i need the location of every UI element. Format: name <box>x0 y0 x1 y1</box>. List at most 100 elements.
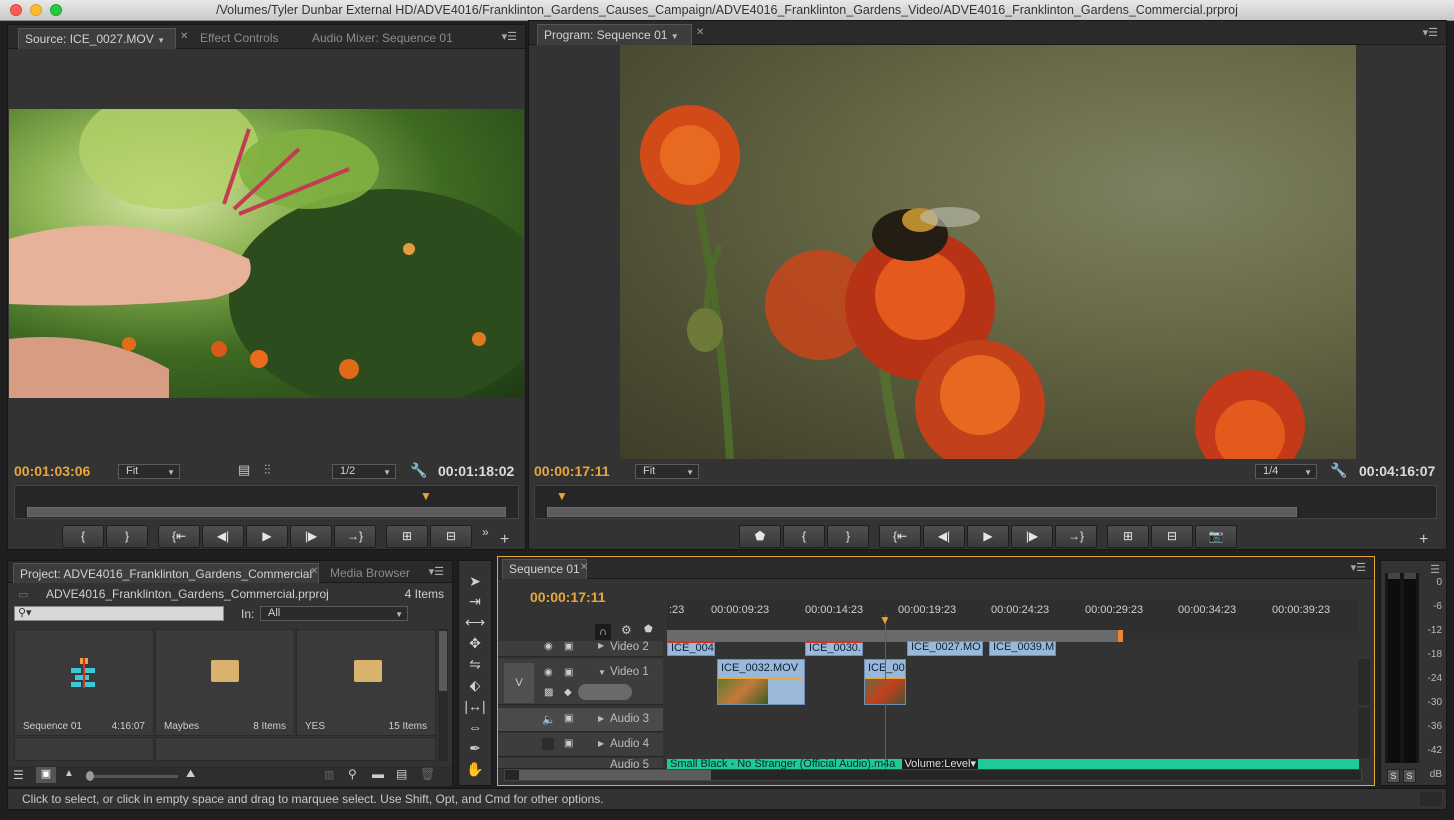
timeline-horizontal-scrollbar[interactable] <box>504 769 1362 781</box>
mark-out-button[interactable]: } <box>827 525 869 548</box>
search-input[interactable]: ⚲▾ <box>14 606 224 621</box>
play-button[interactable]: ▶ <box>967 525 1009 548</box>
eye-icon[interactable]: ◉ <box>544 667 553 678</box>
thumbnail-size-slider[interactable] <box>86 771 178 781</box>
panel-menu-icon[interactable]: ▾☰ <box>1351 561 1366 574</box>
drag-video-icon[interactable]: ▤ <box>238 462 250 478</box>
list-view-icon[interactable]: ☰ <box>13 768 24 782</box>
audio-clip[interactable]: Small Black - No Stranger (Official Audi… <box>667 758 1359 769</box>
panel-menu-icon[interactable]: ▾☰ <box>429 565 444 578</box>
ripple-edit-tool-icon[interactable]: ⟷ <box>461 612 489 632</box>
find-icon[interactable]: ⚲ <box>348 767 357 781</box>
solo-left-button[interactable]: S <box>1387 769 1400 783</box>
tab-program[interactable]: Program: Sequence 01 ▼ <box>537 24 692 45</box>
project-item-maybes[interactable]: Maybes 8 Items <box>155 629 295 736</box>
panel-menu-icon[interactable]: ▾☰ <box>502 30 517 43</box>
sync-lock-icon[interactable]: ▣ <box>564 641 573 652</box>
tab-media-browser[interactable]: Media Browser <box>324 563 416 584</box>
source-resolution-select[interactable]: 1/2 ▼ <box>332 464 396 479</box>
export-frame-button[interactable]: 📷 <box>1195 525 1237 548</box>
go-to-in-button[interactable]: {⇤ <box>158 525 200 548</box>
slip-tool-icon[interactable]: |↔| <box>461 696 489 716</box>
clip-v2[interactable]: ICE_0030. <box>805 641 863 656</box>
slide-tool-icon[interactable]: ⇔ <box>461 717 489 737</box>
step-back-button[interactable]: ◀| <box>923 525 965 548</box>
track-select-tool-icon[interactable]: ⇥ <box>461 591 489 611</box>
project-item-yes[interactable]: YES 15 Items <box>296 629 436 736</box>
eye-icon[interactable]: ◉ <box>544 641 553 652</box>
settings-wrench-icon[interactable]: 🔧 <box>1330 462 1347 479</box>
add-marker-button[interactable]: ⬟ <box>739 525 781 548</box>
close-window-button[interactable] <box>10 4 22 16</box>
minimize-window-button[interactable] <box>30 4 42 16</box>
add-button-icon[interactable]: + <box>1419 531 1428 549</box>
zoom-out-icon[interactable]: ▲ <box>64 768 74 779</box>
timeline-timecode[interactable]: 00:00:17:11 <box>530 589 606 605</box>
settings-wrench-icon[interactable]: 🔧 <box>410 462 427 479</box>
hand-tool-icon[interactable]: ✋ <box>461 759 489 779</box>
new-item-icon[interactable]: ▤ <box>396 767 407 781</box>
video-track-scrollbar[interactable] <box>1358 659 1370 705</box>
mark-in-button[interactable]: { <box>783 525 825 548</box>
tab-sequence[interactable]: Sequence 01 <box>502 559 587 579</box>
clip-v2[interactable]: ICE_0027.MO <box>907 641 983 656</box>
overwrite-button[interactable]: ⊟ <box>430 525 472 548</box>
more-buttons-icon[interactable]: » <box>482 525 489 539</box>
icon-view-icon[interactable]: ▣ <box>36 767 56 783</box>
timeline-tracks-area[interactable]: ICE_004 ICE_0030. ICE_0027.MO ICE_0039.M… <box>667 641 1359 769</box>
source-timecode[interactable]: 00:01:03:06 <box>14 463 90 479</box>
tab-effect-controls[interactable]: Effect Controls <box>194 28 284 49</box>
rolling-edit-tool-icon[interactable]: ✥ <box>461 633 489 653</box>
keyframe-icon[interactable]: ◆ <box>564 687 572 698</box>
program-playhead[interactable]: ▼ <box>556 489 568 503</box>
close-tab-icon[interactable]: ✕ <box>580 562 588 573</box>
selection-tool-icon[interactable]: ➤ <box>461 571 489 591</box>
source-zoom-scrollbar[interactable] <box>27 507 506 517</box>
clip-v2[interactable]: ICE_0039.M <box>989 641 1056 656</box>
insert-button[interactable]: ⊞ <box>386 525 428 548</box>
step-forward-button[interactable]: |▶ <box>290 525 332 548</box>
collapse-track-icon[interactable]: ▼ <box>598 668 606 677</box>
new-bin-icon[interactable]: ▬ <box>372 767 384 781</box>
panel-menu-icon[interactable]: ☰ <box>1430 563 1440 576</box>
zoom-window-button[interactable] <box>50 4 62 16</box>
sync-lock-icon[interactable]: ▣ <box>564 738 573 749</box>
sync-lock-icon[interactable]: ▣ <box>564 667 573 678</box>
in-filter-select[interactable]: All ▼ <box>260 606 408 621</box>
close-tab-icon[interactable]: ✕ <box>180 31 188 42</box>
speaker-icon[interactable]: 🔈 <box>542 713 556 726</box>
expand-track-icon[interactable]: ▶ <box>598 714 604 723</box>
display-style-icon[interactable]: ▩ <box>544 687 553 698</box>
source-time-ruler[interactable]: ▼ <box>14 485 519 519</box>
program-resolution-select[interactable]: 1/4 ▼ <box>1255 464 1317 479</box>
timeline-ruler[interactable]: :23 00:00:09:23 00:00:14:23 00:00:19:23 … <box>667 599 1359 642</box>
go-to-out-button[interactable]: →} <box>334 525 376 548</box>
source-playhead[interactable]: ▼ <box>420 489 432 503</box>
project-item-sequence[interactable]: Sequence 01 4:16:07 <box>14 629 154 736</box>
add-button-icon[interactable]: + <box>500 531 509 549</box>
linked-selection-icon[interactable]: ⚙ <box>621 623 632 637</box>
panel-menu-icon[interactable]: ▾☰ <box>1423 26 1438 39</box>
project-scrollbar[interactable] <box>438 629 448 761</box>
lift-button[interactable]: ⊞ <box>1107 525 1149 548</box>
timeline-playhead[interactable]: ▼ <box>879 613 891 627</box>
automate-icon[interactable]: ▥ <box>324 768 334 781</box>
clip-v1[interactable]: ICE_0032.MOV <box>717 659 805 705</box>
audio-track-scrollbar[interactable] <box>1358 708 1370 758</box>
trash-icon[interactable]: 🗑 <box>420 767 435 781</box>
drag-audio-icon[interactable]: ⫶⫶ <box>264 462 271 478</box>
snap-icon[interactable]: ∩ <box>595 624 611 640</box>
add-marker-icon[interactable]: ⬟ <box>644 624 653 635</box>
source-fit-select[interactable]: Fit ▼ <box>118 464 180 479</box>
tab-audio-mixer[interactable]: Audio Mixer: Sequence 01 <box>306 28 459 49</box>
clip-fx-menu[interactable]: Volume:Level▾ <box>902 758 979 769</box>
mark-out-button[interactable]: } <box>106 525 148 548</box>
go-to-in-button[interactable]: {⇤ <box>879 525 921 548</box>
solo-right-button[interactable]: S <box>1403 769 1416 783</box>
expand-track-icon[interactable]: ▶ <box>598 641 604 650</box>
program-fit-select[interactable]: Fit ▼ <box>635 464 699 479</box>
clip-v2[interactable]: ICE_004 <box>667 641 715 656</box>
tab-source[interactable]: Source: ICE_0027.MOV ▼ <box>18 28 176 49</box>
program-zoom-scrollbar[interactable] <box>547 507 1297 517</box>
timeline-scroll-thumb[interactable] <box>519 770 711 780</box>
